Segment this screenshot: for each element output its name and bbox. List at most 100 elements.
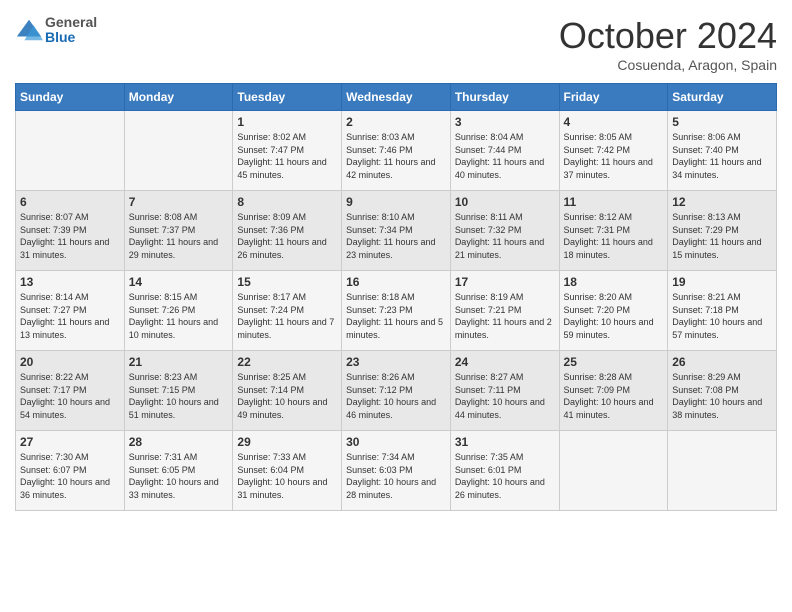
day-cell: 14 Sunrise: 8:15 AM Sunset: 7:26 PM Dayli…: [124, 271, 233, 351]
day-cell: 9 Sunrise: 8:10 AM Sunset: 7:34 PM Daylig…: [342, 191, 451, 271]
day-cell: 13 Sunrise: 8:14 AM Sunset: 7:27 PM Dayli…: [16, 271, 125, 351]
day-number: 18: [564, 275, 664, 289]
day-info: Sunrise: 8:15 AM Sunset: 7:26 PM Dayligh…: [129, 291, 229, 341]
day-cell: 26Sunrise: 8:29 AM Sunset: 7:08 PM Dayli…: [668, 351, 777, 431]
logo-blue: Blue: [45, 30, 97, 45]
day-number: 3: [455, 115, 555, 129]
day-cell: 18 Sunrise: 8:20 AM Sunset: 7:20 PM Dayli…: [559, 271, 668, 351]
day-info: Sunrise: 8:14 AM Sunset: 7:27 PM Dayligh…: [20, 291, 120, 341]
day-header-thursday: Thursday: [450, 84, 559, 111]
day-cell: 4Sunrise: 8:05 AM Sunset: 7:42 PM Daylig…: [559, 111, 668, 191]
day-number: 31: [455, 435, 555, 449]
day-cell: 20 Sunrise: 8:22 AM Sunset: 7:17 PM Dayli…: [16, 351, 125, 431]
day-number: 25: [564, 355, 664, 369]
day-info: Sunrise: 8:27 AM Sunset: 7:11 PM Dayligh…: [455, 371, 555, 421]
day-header-friday: Friday: [559, 84, 668, 111]
day-cell: 17 Sunrise: 8:19 AM Sunset: 7:21 PM Dayli…: [450, 271, 559, 351]
day-info: Sunrise: 8:29 AM Sunset: 7:08 PM Dayligh…: [672, 371, 772, 421]
day-cell: 21 Sunrise: 8:23 AM Sunset: 7:15 PM Dayli…: [124, 351, 233, 431]
day-number: 24: [455, 355, 555, 369]
day-number: 9: [346, 195, 446, 209]
day-info: Sunrise: 8:03 AM Sunset: 7:46 PM Dayligh…: [346, 131, 446, 181]
day-info: Sunrise: 7:35 AM Sunset: 6:01 PM Dayligh…: [455, 451, 555, 501]
day-cell: 2 Sunrise: 8:03 AM Sunset: 7:46 PM Daylig…: [342, 111, 451, 191]
day-number: 15: [237, 275, 337, 289]
logo-icon: [15, 16, 43, 44]
day-info: Sunrise: 8:22 AM Sunset: 7:17 PM Dayligh…: [20, 371, 120, 421]
day-header-saturday: Saturday: [668, 84, 777, 111]
day-cell: 16Sunrise: 8:18 AM Sunset: 7:23 PM Dayli…: [342, 271, 451, 351]
day-info: Sunrise: 8:06 AM Sunset: 7:40 PM Dayligh…: [672, 131, 772, 181]
day-cell: 3 Sunrise: 8:04 AM Sunset: 7:44 PM Daylig…: [450, 111, 559, 191]
day-number: 5: [672, 115, 772, 129]
day-cell: 23 Sunrise: 8:26 AM Sunset: 7:12 PM Dayli…: [342, 351, 451, 431]
day-number: 13: [20, 275, 120, 289]
day-cell: [668, 431, 777, 511]
logo-text: General Blue: [45, 15, 97, 46]
day-info: Sunrise: 7:30 AM Sunset: 6:07 PM Dayligh…: [20, 451, 120, 501]
week-row-4: 20 Sunrise: 8:22 AM Sunset: 7:17 PM Dayli…: [16, 351, 777, 431]
calendar-table: SundayMondayTuesdayWednesdayThursdayFrid…: [15, 83, 777, 511]
day-cell: 30 Sunrise: 7:34 AM Sunset: 6:03 PM Dayli…: [342, 431, 451, 511]
day-number: 21: [129, 355, 229, 369]
day-cell: 27Sunrise: 7:30 AM Sunset: 6:07 PM Dayli…: [16, 431, 125, 511]
day-info: Sunrise: 8:09 AM Sunset: 7:36 PM Dayligh…: [237, 211, 337, 261]
day-number: 23: [346, 355, 446, 369]
day-info: Sunrise: 8:25 AM Sunset: 7:14 PM Dayligh…: [237, 371, 337, 421]
day-number: 22: [237, 355, 337, 369]
day-info: Sunrise: 8:17 AM Sunset: 7:24 PM Dayligh…: [237, 291, 337, 341]
day-header-sunday: Sunday: [16, 84, 125, 111]
day-number: 1: [237, 115, 337, 129]
day-cell: 6 Sunrise: 8:07 AM Sunset: 7:39 PM Daylig…: [16, 191, 125, 271]
day-number: 6: [20, 195, 120, 209]
day-number: 2: [346, 115, 446, 129]
day-info: Sunrise: 8:13 AM Sunset: 7:29 PM Dayligh…: [672, 211, 772, 261]
day-info: Sunrise: 8:28 AM Sunset: 7:09 PM Dayligh…: [564, 371, 664, 421]
day-cell: 25 Sunrise: 8:28 AM Sunset: 7:09 PM Dayli…: [559, 351, 668, 431]
day-header-monday: Monday: [124, 84, 233, 111]
day-number: 11: [564, 195, 664, 209]
week-row-3: 13 Sunrise: 8:14 AM Sunset: 7:27 PM Dayli…: [16, 271, 777, 351]
day-info: Sunrise: 8:23 AM Sunset: 7:15 PM Dayligh…: [129, 371, 229, 421]
day-number: 28: [129, 435, 229, 449]
day-cell: 11 Sunrise: 8:12 AM Sunset: 7:31 PM Dayli…: [559, 191, 668, 271]
day-cell: 29Sunrise: 7:33 AM Sunset: 6:04 PM Dayli…: [233, 431, 342, 511]
day-info: Sunrise: 8:21 AM Sunset: 7:18 PM Dayligh…: [672, 291, 772, 341]
day-cell: 8Sunrise: 8:09 AM Sunset: 7:36 PM Daylig…: [233, 191, 342, 271]
day-info: Sunrise: 8:04 AM Sunset: 7:44 PM Dayligh…: [455, 131, 555, 181]
day-info: Sunrise: 8:18 AM Sunset: 7:23 PM Dayligh…: [346, 291, 446, 341]
day-info: Sunrise: 8:11 AM Sunset: 7:32 PM Dayligh…: [455, 211, 555, 261]
week-row-2: 6 Sunrise: 8:07 AM Sunset: 7:39 PM Daylig…: [16, 191, 777, 271]
day-info: Sunrise: 8:07 AM Sunset: 7:39 PM Dayligh…: [20, 211, 120, 261]
day-number: 4: [564, 115, 664, 129]
day-number: 19: [672, 275, 772, 289]
day-number: 14: [129, 275, 229, 289]
location-subtitle: Cosuenda, Aragon, Spain: [559, 57, 777, 73]
day-info: Sunrise: 7:31 AM Sunset: 6:05 PM Dayligh…: [129, 451, 229, 501]
day-info: Sunrise: 8:08 AM Sunset: 7:37 PM Dayligh…: [129, 211, 229, 261]
day-cell: 15 Sunrise: 8:17 AM Sunset: 7:24 PM Dayli…: [233, 271, 342, 351]
day-cell: 24 Sunrise: 8:27 AM Sunset: 7:11 PM Dayli…: [450, 351, 559, 431]
day-cell: 22 Sunrise: 8:25 AM Sunset: 7:14 PM Dayli…: [233, 351, 342, 431]
day-cell: 31 Sunrise: 7:35 AM Sunset: 6:01 PM Dayli…: [450, 431, 559, 511]
day-cell: 12 Sunrise: 8:13 AM Sunset: 7:29 PM Dayli…: [668, 191, 777, 271]
day-cell: 7Sunrise: 8:08 AM Sunset: 7:37 PM Daylig…: [124, 191, 233, 271]
day-info: Sunrise: 8:02 AM Sunset: 7:47 PM Dayligh…: [237, 131, 337, 181]
week-row-5: 27Sunrise: 7:30 AM Sunset: 6:07 PM Dayli…: [16, 431, 777, 511]
day-cell: 28 Sunrise: 7:31 AM Sunset: 6:05 PM Dayli…: [124, 431, 233, 511]
day-info: Sunrise: 8:20 AM Sunset: 7:20 PM Dayligh…: [564, 291, 664, 341]
day-number: 29: [237, 435, 337, 449]
day-info: Sunrise: 7:34 AM Sunset: 6:03 PM Dayligh…: [346, 451, 446, 501]
day-info: Sunrise: 8:19 AM Sunset: 7:21 PM Dayligh…: [455, 291, 555, 341]
day-number: 30: [346, 435, 446, 449]
day-number: 20: [20, 355, 120, 369]
month-title: October 2024: [559, 15, 777, 57]
day-info: Sunrise: 8:10 AM Sunset: 7:34 PM Dayligh…: [346, 211, 446, 261]
day-number: 17: [455, 275, 555, 289]
day-header-wednesday: Wednesday: [342, 84, 451, 111]
day-info: Sunrise: 8:26 AM Sunset: 7:12 PM Dayligh…: [346, 371, 446, 421]
day-info: Sunrise: 8:12 AM Sunset: 7:31 PM Dayligh…: [564, 211, 664, 261]
day-cell: [559, 431, 668, 511]
day-number: 12: [672, 195, 772, 209]
day-number: 10: [455, 195, 555, 209]
